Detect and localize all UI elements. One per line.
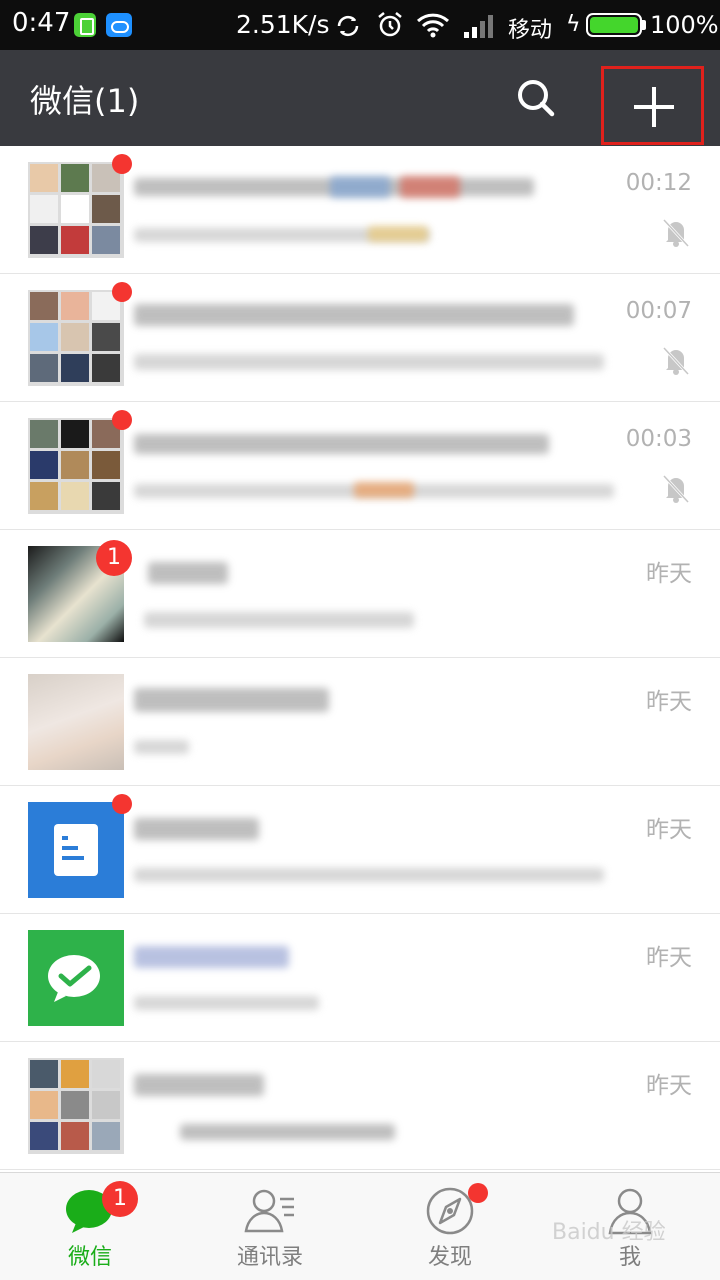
chat-time: 昨天 bbox=[646, 1073, 692, 1099]
document-icon bbox=[54, 824, 98, 876]
blurred-chat-name bbox=[134, 946, 289, 968]
status-time: 0:47 bbox=[12, 8, 71, 38]
blurred-preview bbox=[180, 1124, 395, 1140]
blurred-chat-name bbox=[134, 688, 329, 712]
mute-bell-icon bbox=[662, 474, 690, 504]
tab-label: 发现 bbox=[427, 1245, 472, 1270]
tab-label: 通讯录 bbox=[236, 1245, 303, 1270]
chat-row[interactable]: 昨天 bbox=[0, 658, 720, 786]
unread-badge: 1 bbox=[96, 540, 132, 576]
chat-row[interactable]: 00:12 bbox=[0, 146, 720, 274]
wechat-pay-icon bbox=[48, 955, 100, 1002]
mute-bell-icon bbox=[662, 218, 690, 248]
network-speed: 2.51K/s bbox=[236, 10, 330, 39]
blurred-chat-name bbox=[134, 1074, 264, 1096]
battery-tip bbox=[642, 20, 646, 30]
search-icon bbox=[518, 80, 555, 117]
blurred-chat-name bbox=[134, 818, 259, 840]
unread-dot bbox=[112, 410, 132, 430]
contacts-icon bbox=[244, 1189, 294, 1233]
page-title: 微信(1) bbox=[30, 82, 140, 120]
tab-label: 微信 bbox=[67, 1245, 112, 1270]
phone-app-icon bbox=[74, 13, 96, 37]
chat-time: 昨天 bbox=[646, 689, 692, 715]
battery-level bbox=[590, 17, 638, 33]
chat-time: 昨天 bbox=[646, 561, 692, 587]
chat-time: 00:12 bbox=[625, 170, 692, 196]
title-bar: 微信(1) bbox=[0, 50, 720, 146]
blurred-preview bbox=[134, 740, 189, 754]
tab-contacts[interactable]: 通讯录 bbox=[180, 1173, 360, 1280]
chat-time: 昨天 bbox=[646, 817, 692, 843]
chat-list: 00:12 00:07 00:03 1 昨天 昨天 昨天 昨天 昨天 bbox=[0, 146, 720, 1170]
add-button[interactable] bbox=[601, 66, 704, 145]
unread-dot bbox=[468, 1183, 488, 1203]
group-avatar bbox=[28, 418, 124, 514]
contact-avatar bbox=[28, 674, 124, 770]
chat-row[interactable]: 昨天 bbox=[0, 1042, 720, 1170]
chat-row[interactable]: 昨天 bbox=[0, 786, 720, 914]
group-avatar bbox=[28, 162, 124, 258]
group-avatar bbox=[28, 1058, 124, 1154]
blurred-emoji bbox=[368, 226, 428, 242]
plus-icon bbox=[634, 87, 674, 127]
blurred-preview bbox=[134, 354, 604, 370]
unread-dot bbox=[112, 282, 132, 302]
cloud-app-icon bbox=[106, 13, 132, 37]
carrier-label: 移动 bbox=[508, 18, 553, 43]
sync-icon bbox=[337, 15, 359, 37]
search-button[interactable] bbox=[500, 68, 570, 128]
chat-row[interactable]: 00:07 bbox=[0, 274, 720, 402]
blurred-chat-name bbox=[134, 304, 574, 326]
tab-discover[interactable]: 发现 bbox=[360, 1173, 540, 1280]
document-app-avatar bbox=[28, 802, 124, 898]
status-bar: 0:47 2.51K/s 移动 ϟ 100% bbox=[0, 0, 720, 50]
blurred-emoji bbox=[400, 176, 460, 198]
chat-time: 00:03 bbox=[625, 426, 692, 452]
chat-time: 昨天 bbox=[646, 945, 692, 971]
blurred-emoji bbox=[354, 482, 414, 498]
tab-chats[interactable]: 1 微信 bbox=[0, 1173, 180, 1280]
chat-time: 00:07 bbox=[625, 298, 692, 324]
watermark: Baidu 经验 bbox=[552, 1220, 666, 1245]
unread-dot bbox=[112, 154, 132, 174]
charging-icon: ϟ bbox=[566, 12, 581, 37]
blurred-emoji bbox=[330, 176, 390, 198]
blurred-preview bbox=[134, 868, 604, 882]
blurred-preview bbox=[134, 996, 319, 1010]
blurred-chat-name bbox=[148, 562, 228, 584]
chat-row[interactable]: 1 昨天 bbox=[0, 530, 720, 658]
signal-icon bbox=[464, 15, 493, 38]
alarm-icon bbox=[378, 12, 402, 37]
blurred-chat-name bbox=[134, 434, 549, 454]
unread-dot bbox=[112, 794, 132, 814]
chat-row[interactable]: 昨天 bbox=[0, 914, 720, 1042]
wifi-icon bbox=[416, 13, 450, 38]
mute-bell-icon bbox=[662, 346, 690, 376]
blurred-preview bbox=[144, 612, 414, 628]
battery-percent: 100% bbox=[650, 11, 719, 39]
battery-icon bbox=[586, 13, 642, 37]
group-avatar bbox=[28, 290, 124, 386]
chat-row[interactable]: 00:03 bbox=[0, 402, 720, 530]
wechat-pay-avatar bbox=[28, 930, 124, 1026]
unread-badge: 1 bbox=[102, 1181, 138, 1217]
